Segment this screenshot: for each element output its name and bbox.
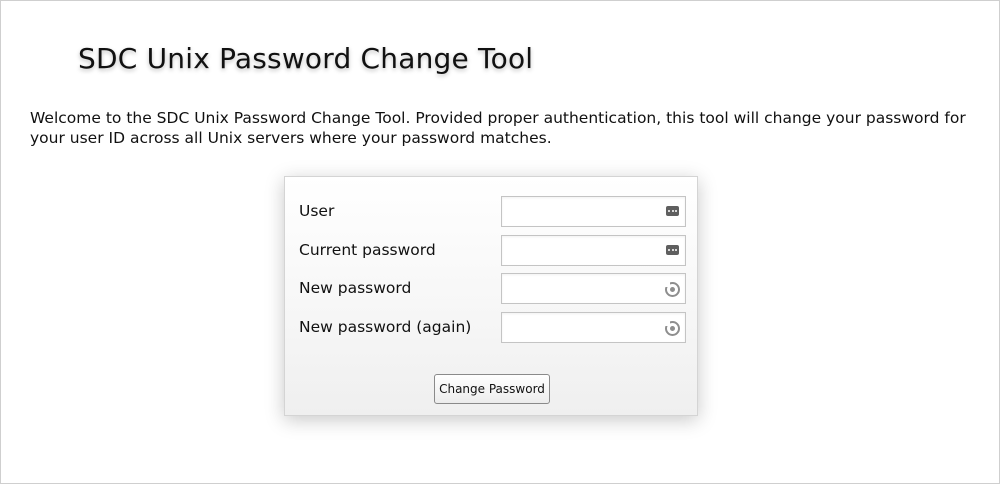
user-input[interactable]: [506, 201, 660, 224]
current-password-field[interactable]: [501, 235, 686, 266]
new-password-again-field[interactable]: [501, 312, 686, 343]
user-label: User: [299, 202, 335, 220]
current-password-label: Current password: [299, 241, 436, 259]
password-change-form: User Current password New password New p…: [284, 176, 698, 416]
form-row-user: User: [285, 196, 697, 228]
form-row-new-password: New password: [285, 273, 697, 305]
password-generator-icon[interactable]: [664, 320, 680, 336]
new-password-field[interactable]: [501, 273, 686, 304]
new-password-label: New password: [299, 279, 412, 297]
new-password-input[interactable]: [506, 278, 660, 301]
current-password-input[interactable]: [506, 240, 660, 263]
password-manager-key-icon[interactable]: [666, 206, 679, 216]
user-field[interactable]: [501, 196, 686, 227]
intro-text: Welcome to the SDC Unix Password Change …: [30, 109, 966, 147]
page-title: SDC Unix Password Change Tool: [78, 42, 534, 75]
password-generator-icon[interactable]: [664, 281, 680, 297]
change-password-button[interactable]: Change Password: [434, 374, 550, 404]
new-password-again-input[interactable]: [506, 317, 660, 340]
new-password-again-label: New password (again): [299, 318, 472, 336]
form-row-new-password-again: New password (again): [285, 312, 697, 344]
form-row-current-password: Current password: [285, 235, 697, 267]
password-manager-key-icon[interactable]: [666, 245, 679, 255]
